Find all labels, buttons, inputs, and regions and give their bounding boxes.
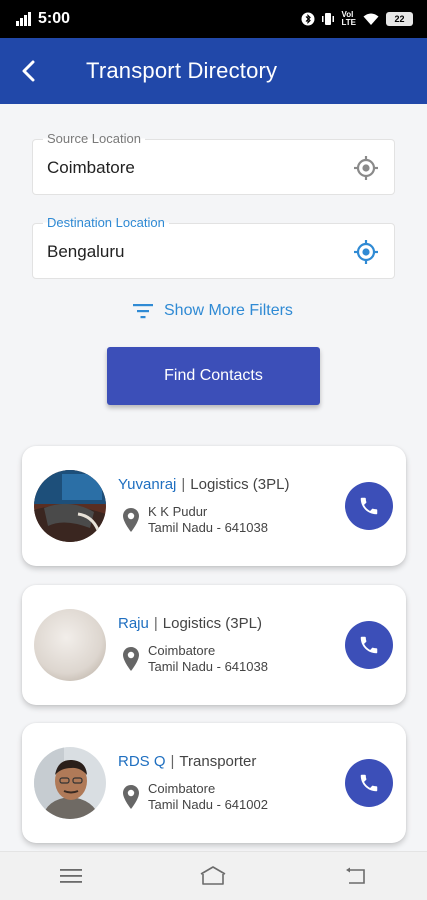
contact-name-row: Yuvanraj | Logistics (3PL) (118, 476, 290, 493)
contact-card[interactable]: RDS Q | Transporter Coimbatore Tamil Nadu … (22, 723, 406, 843)
contact-address: Coimbatore Tamil Nadu - 641038 (122, 643, 268, 675)
address-line-2: Tamil Nadu - 641038 (148, 659, 268, 674)
call-button[interactable] (345, 759, 393, 807)
status-bar: 5:00 Vol LTE 22 (0, 0, 427, 38)
system-navigation-bar (0, 851, 427, 900)
transport-directory-screen: 5:00 Vol LTE 22 Transport Directory Sour… (0, 0, 427, 900)
address-line-1: Coimbatore (148, 643, 216, 658)
address-lines: Coimbatore Tamil Nadu - 641038 (148, 643, 268, 675)
source-location-input[interactable]: Coimbatore (47, 140, 337, 196)
page-title: Transport Directory (86, 58, 278, 83)
contact-name-row: RDS Q | Transporter (118, 753, 256, 770)
destination-location-target-icon[interactable] (352, 238, 380, 266)
status-time: 5:00 (38, 10, 71, 27)
contact-address: K K Pudur Tamil Nadu - 641038 (122, 504, 268, 536)
contact-address: Coimbatore Tamil Nadu - 641002 (122, 781, 268, 813)
nav-back-button[interactable] (326, 856, 386, 896)
destination-location-field[interactable]: Destination Location Bengaluru (32, 215, 395, 280)
filter-icon (133, 304, 153, 319)
app-bar: Transport Directory (0, 38, 427, 104)
wifi-icon (363, 13, 379, 25)
address-lines: K K Pudur Tamil Nadu - 641038 (148, 504, 268, 536)
contact-name[interactable]: Raju (118, 615, 149, 632)
address-line-2: Tamil Nadu - 641038 (148, 520, 268, 535)
name-separator: | (170, 753, 175, 770)
status-left: 5:00 (16, 10, 70, 28)
vibrate-icon (322, 13, 335, 25)
destination-location-input[interactable]: Bengaluru (47, 224, 337, 280)
nav-back-icon (345, 867, 365, 884)
name-separator: | (153, 615, 158, 632)
address-line-2: Tamil Nadu - 641002 (148, 797, 268, 812)
phone-icon (360, 774, 378, 792)
signal-icon (16, 12, 31, 26)
avatar (34, 747, 106, 819)
show-more-filters-button[interactable]: Show More Filters (132, 298, 293, 324)
lte-label: LTE (341, 18, 356, 27)
contact-role: Logistics (3PL) (162, 615, 262, 632)
bluetooth-icon (301, 12, 315, 26)
avatar-photo (34, 609, 106, 681)
location-pin-icon (123, 647, 139, 671)
find-contacts-label: Find Contacts (164, 367, 263, 384)
call-button[interactable] (345, 621, 393, 669)
address-line-1: K K Pudur (148, 504, 208, 519)
address-lines: Coimbatore Tamil Nadu - 641002 (148, 781, 268, 813)
contact-name[interactable]: RDS Q (118, 753, 166, 770)
status-right: Vol LTE 22 (301, 11, 413, 27)
home-icon (201, 866, 226, 885)
back-button[interactable] (0, 38, 56, 104)
source-location-target-icon[interactable] (352, 154, 380, 182)
avatar (34, 609, 106, 681)
phone-icon (360, 636, 378, 654)
phone-icon (360, 497, 378, 515)
vol-lte-indicator: Vol LTE (341, 11, 356, 27)
contact-card[interactable]: Yuvanraj | Logistics (3PL) K K Pudur Tamil… (22, 446, 406, 566)
find-contacts-button[interactable]: Find Contacts (107, 347, 320, 405)
source-location-field[interactable]: Source Location Coimbatore (32, 131, 395, 196)
address-line-1: Coimbatore (148, 781, 216, 796)
contact-role: Transporter (179, 753, 257, 770)
battery-indicator: 22 (386, 12, 413, 26)
contact-card[interactable]: Raju | Logistics (3PL) Coimbatore Tamil Na… (22, 585, 406, 705)
back-arrow-icon (22, 60, 35, 82)
menu-icon (60, 869, 83, 883)
avatar-photo (34, 747, 106, 819)
avatar-photo (34, 470, 106, 542)
avatar (34, 470, 106, 542)
location-pin-icon (123, 785, 139, 809)
nav-home-button[interactable] (183, 856, 243, 896)
name-separator: | (181, 476, 186, 493)
call-button[interactable] (345, 482, 393, 530)
location-pin-icon (123, 508, 139, 532)
contact-role: Logistics (3PL) (190, 476, 290, 493)
nav-menu-button[interactable] (41, 856, 101, 896)
show-more-filters-label: Show More Filters (164, 302, 293, 319)
contact-name-row: Raju | Logistics (3PL) (118, 615, 262, 632)
contact-name[interactable]: Yuvanraj (118, 476, 176, 493)
